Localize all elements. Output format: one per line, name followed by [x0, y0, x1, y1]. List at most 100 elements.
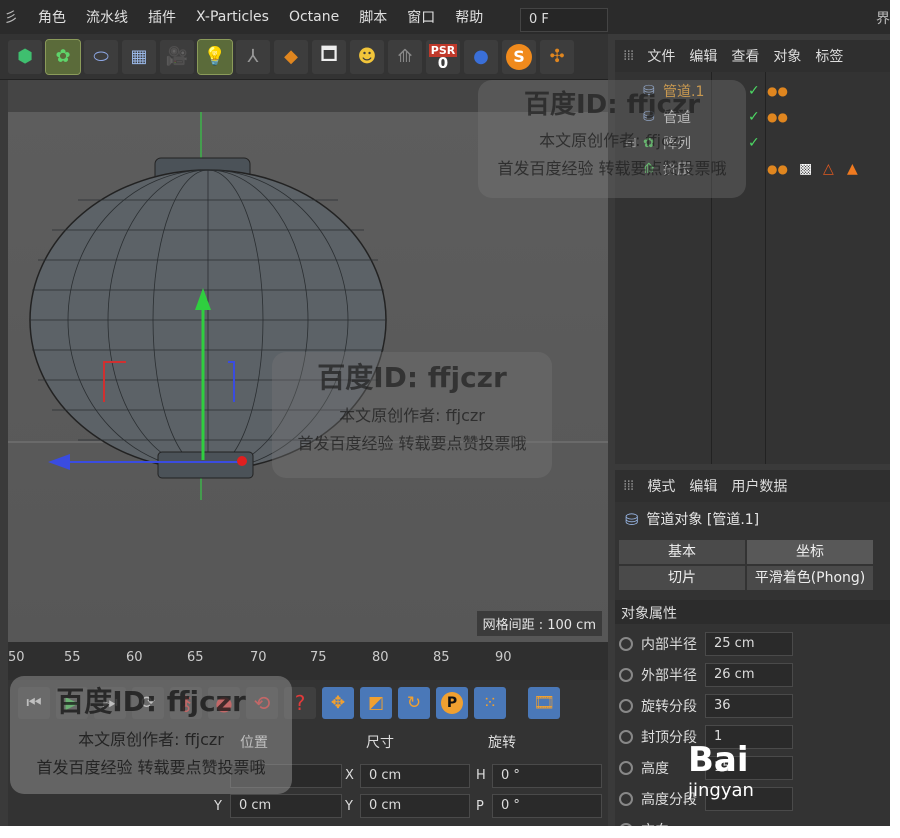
phong-tag-icon[interactable]: ●●: [767, 84, 788, 98]
objmgr-menu-object[interactable]: 对象: [773, 46, 801, 66]
camera-tool-button[interactable]: 🎥: [160, 39, 194, 74]
param-key-button[interactable]: P: [436, 687, 468, 719]
animate-radio[interactable]: [619, 637, 633, 651]
watermark-id: 百度ID: ffjczr: [523, 90, 701, 120]
baidu-jingyan-logo: Bai jingyan: [688, 740, 798, 826]
watermark-bottom: 百度ID: ffjczr 本文原创作者: ffjczr 首发百度经验 转载要点赞…: [10, 676, 292, 794]
timeline-ruler[interactable]: 50 55 60 65 70 75 80 85 90: [8, 642, 608, 680]
watermark-center: 百度ID: ffjczr 本文原创作者: ffjczr 首发百度经验 转载要点赞…: [272, 352, 552, 478]
logo-bai: Bai: [688, 740, 749, 780]
ruler-tick: 60: [126, 650, 143, 665]
cube-tool-button[interactable]: ⬢: [8, 39, 42, 74]
tab-phong[interactable]: 平滑着色(Phong): [747, 566, 873, 590]
cube-icon: ⬢: [17, 46, 33, 67]
cylinder-icon: ⛁: [625, 509, 639, 529]
character-tool-button[interactable]: ⅄: [236, 39, 270, 74]
enabled-check-icon[interactable]: ✓: [748, 83, 760, 99]
rotation-h-field[interactable]: 0 °: [492, 764, 602, 788]
cloner-icon: ✿: [55, 46, 71, 67]
attribute-object-title: ⛁ 管道对象 [管道.1]: [615, 502, 890, 536]
objmgr-menu-view[interactable]: 查看: [731, 46, 759, 66]
scale-key-button[interactable]: ◩: [360, 687, 392, 719]
menu-item-character[interactable]: 角色: [28, 7, 76, 27]
rotation-p-field[interactable]: 0 °: [492, 794, 602, 818]
position-y-field[interactable]: 0 cm: [230, 794, 342, 818]
scale-icon: ◩: [367, 693, 385, 713]
main-toolbar: ⬢ ✿ ⬭ ▦ 🎥 💡 ⅄ ◆ 🗖 ☻ ⟰ PSR 0 ● S ✣: [0, 34, 608, 80]
prop-label: 旋转分段: [641, 699, 697, 715]
menu-item-script[interactable]: 脚本: [349, 7, 397, 27]
animate-radio[interactable]: [619, 792, 633, 806]
phong-tag-icon[interactable]: ●●: [767, 162, 788, 176]
animate-radio[interactable]: [619, 761, 633, 775]
attr-menu-mode[interactable]: 模式: [647, 476, 675, 496]
menu-item-partial[interactable]: 彡: [0, 7, 28, 27]
polygon-tag-icon[interactable]: ▲: [847, 161, 858, 177]
tab-slice[interactable]: 切片: [619, 566, 745, 590]
move-key-button[interactable]: ✥: [322, 687, 354, 719]
prop-value-field[interactable]: 26 cm: [705, 663, 793, 687]
layout-tool-button[interactable]: 🗖: [312, 39, 346, 74]
prop-label: 外部半径: [641, 668, 697, 684]
prop-value-field[interactable]: 25 cm: [705, 632, 793, 656]
animate-radio[interactable]: [619, 699, 633, 713]
film-button[interactable]: 🎞: [528, 687, 560, 719]
enabled-check-icon[interactable]: ✓: [748, 135, 760, 151]
light-tool-button[interactable]: 💡: [197, 38, 233, 75]
ruler-tick: 80: [372, 650, 389, 665]
menu-item-xparticles[interactable]: X-Particles: [186, 9, 279, 25]
dots-grid-icon: ⁙: [482, 693, 498, 713]
deformer-icon: ⬭: [93, 46, 109, 67]
rotate-key-button[interactable]: ↻: [398, 687, 430, 719]
ruler-tick: 75: [310, 650, 327, 665]
move-arrows-icon: ✥: [330, 693, 346, 713]
current-frame-field[interactable]: 0 F: [520, 8, 608, 32]
s-logo-icon: S: [506, 43, 532, 70]
checker-tag-icon[interactable]: ▩: [799, 161, 812, 177]
ruler-tick: 85: [433, 650, 450, 665]
psr-button[interactable]: PSR 0: [426, 39, 460, 74]
material-tool-button[interactable]: ●: [464, 39, 498, 74]
attr-menu-edit[interactable]: 编辑: [689, 476, 717, 496]
floor-tool-button[interactable]: ▦: [122, 39, 156, 74]
sketch-tool-button[interactable]: S: [502, 39, 536, 74]
objmgr-menu-edit[interactable]: 编辑: [689, 46, 717, 66]
objmgr-menu-tags[interactable]: 标签: [815, 46, 843, 66]
grip-icon[interactable]: ⁞⁞⁞: [623, 48, 634, 64]
selection-tag-icon[interactable]: △: [823, 161, 834, 177]
attr-menu-userdata[interactable]: 用户数据: [731, 476, 787, 496]
menu-item-help[interactable]: 帮助: [445, 7, 493, 27]
objmgr-menu-file[interactable]: 文件: [647, 46, 675, 66]
animate-radio[interactable]: [619, 668, 633, 682]
menu-item-window[interactable]: 窗口: [397, 7, 445, 27]
tab-basic[interactable]: 基本: [619, 540, 745, 564]
snap-tool-button[interactable]: ⟰: [388, 39, 422, 74]
prop-outer-radius: 外部半径 26 cm: [619, 661, 889, 689]
size-x-field[interactable]: 0 cm: [360, 764, 470, 788]
arrange-tool-button[interactable]: ✣: [540, 39, 574, 74]
prop-inner-radius: 内部半径 25 cm: [619, 630, 889, 658]
deformer-tool-button[interactable]: ⬭: [84, 39, 118, 74]
grip-icon[interactable]: ⁞⁞⁞: [623, 478, 634, 494]
enabled-check-icon[interactable]: ✓: [748, 109, 760, 125]
animate-radio[interactable]: [619, 730, 633, 744]
watermark-note: 首发百度经验 转载要点赞投票哦: [297, 434, 527, 453]
box-icon: ◆: [284, 46, 298, 67]
watermark-note: 首发百度经验 转载要点赞投票哦: [497, 159, 727, 178]
menu-item-pipeline[interactable]: 流水线: [76, 7, 138, 27]
xyz-tool-button[interactable]: ☻: [350, 39, 384, 74]
hair-tool-button[interactable]: ◆: [274, 39, 308, 74]
prop-value-field[interactable]: 36: [705, 694, 793, 718]
rot-h-axis-label: H: [476, 768, 486, 783]
size-y-field[interactable]: 0 cm: [360, 794, 470, 818]
rot-p-axis-label: P: [476, 799, 484, 814]
point-key-button[interactable]: ⁙: [474, 687, 506, 719]
tab-coordinates[interactable]: 坐标: [747, 540, 873, 564]
phong-tag-icon[interactable]: ●●: [767, 110, 788, 124]
size-x-axis-label: X: [345, 768, 354, 783]
menu-item-octane[interactable]: Octane: [279, 9, 349, 25]
floor-icon: ▦: [130, 46, 148, 67]
menu-item-interface[interactable]: 界: [876, 8, 890, 28]
menu-item-plugins[interactable]: 插件: [138, 7, 186, 27]
cloner-tool-button[interactable]: ✿: [45, 38, 81, 75]
